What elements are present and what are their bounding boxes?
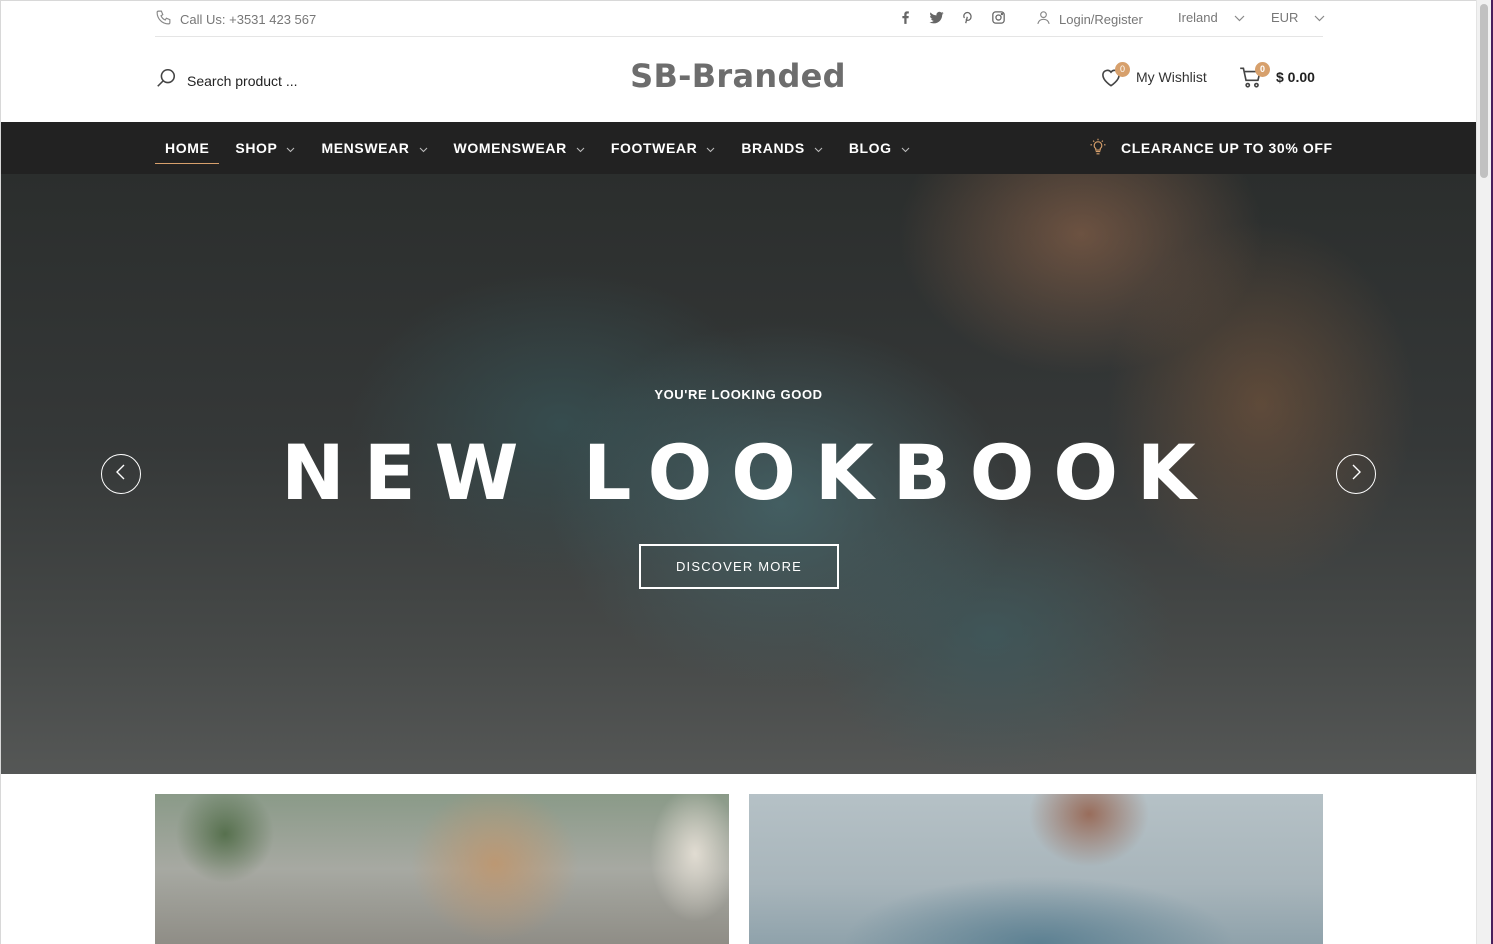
chevron-down-icon — [419, 140, 428, 156]
chevron-down-icon — [706, 140, 715, 156]
top-bar: Call Us: +3531 423 567 Login/Register Ir… — [155, 0, 1325, 37]
heart-icon — [1098, 69, 1124, 93]
chevron-left-icon — [115, 464, 127, 485]
instagram-icon[interactable] — [990, 9, 1007, 31]
chevron-down-icon — [576, 140, 585, 156]
pinterest-icon[interactable] — [959, 9, 976, 31]
nav-item-brands[interactable]: BRANDS — [731, 122, 833, 174]
mens-banner-image[interactable] — [749, 794, 1323, 944]
nav-label: FOOTWEAR — [610, 140, 698, 156]
lightbulb-icon — [1089, 138, 1107, 159]
nav-label: MENSWEAR — [321, 140, 410, 156]
nav-item-footwear[interactable]: FOOTWEAR — [601, 122, 725, 174]
country-value: Ireland — [1178, 10, 1218, 25]
country-selector[interactable]: Ireland — [1178, 10, 1245, 25]
login-label: Login/Register — [1059, 11, 1143, 27]
hero-slider: YOU'RE LOOKING GOOD NEW LOOKBOOK DISCOVE… — [1, 174, 1476, 774]
cart-icon — [1238, 67, 1264, 93]
chevron-down-icon — [286, 140, 295, 156]
wishlist-link[interactable]: 0 My Wishlist — [1098, 62, 1207, 93]
nav-item-shop[interactable]: SHOP — [225, 122, 305, 174]
phone-contact: Call Us: +3531 423 567 — [155, 9, 316, 29]
womens-banner-image[interactable] — [155, 794, 729, 944]
phone-icon — [155, 9, 172, 29]
hero-subtitle: YOU'RE LOOKING GOOD — [654, 387, 823, 402]
phone-text: Call Us: +3531 423 567 — [180, 11, 317, 27]
chevron-down-icon — [1234, 10, 1245, 25]
nav-label: WOMENSWEAR — [453, 140, 567, 156]
wishlist-count-badge: 0 — [1115, 62, 1130, 77]
discover-more-button[interactable]: DISCOVER MORE — [639, 544, 839, 589]
nav-item-womenswear[interactable]: WOMENSWEAR — [444, 122, 595, 174]
login-register-link[interactable]: Login/Register — [1035, 9, 1143, 29]
scrollbar-thumb[interactable] — [1480, 4, 1488, 178]
chevron-down-icon — [901, 140, 910, 156]
chevron-down-icon — [1314, 10, 1325, 25]
currency-selector[interactable]: EUR — [1271, 10, 1325, 25]
social-links — [897, 9, 1007, 31]
user-icon — [1035, 9, 1052, 29]
nav-item-menswear[interactable]: MENSWEAR — [311, 122, 437, 174]
nav-label: BLOG — [848, 140, 892, 156]
nav-label: BRANDS — [741, 140, 805, 156]
cart-total: $ 0.00 — [1276, 69, 1315, 85]
nav-label: SHOP — [235, 140, 278, 156]
clearance-promo-link[interactable]: CLEARANCE UP TO 30% OFF — [1089, 122, 1333, 174]
slider-prev-button[interactable] — [101, 454, 141, 494]
hero-title: NEW LOOKBOOK — [281, 428, 1215, 517]
currency-value: EUR — [1271, 10, 1299, 25]
nav-label: HOME — [165, 140, 210, 156]
cart-count-badge: 0 — [1255, 62, 1270, 77]
chevron-right-icon — [1350, 464, 1362, 485]
nav-item-home[interactable]: HOME — [155, 122, 220, 174]
cart-link[interactable]: 0 $ 0.00 — [1238, 62, 1315, 93]
promo-label: CLEARANCE UP TO 30% OFF — [1121, 140, 1333, 156]
page-scrollbar[interactable] — [1476, 0, 1492, 944]
facebook-icon[interactable] — [897, 9, 914, 31]
main-navigation: HOME SHOP MENSWEAR WOMENSWEAR FOOTWEAR B… — [1, 122, 1476, 174]
wishlist-label: My Wishlist — [1136, 69, 1207, 85]
slider-next-button[interactable] — [1336, 454, 1376, 494]
chevron-down-icon — [814, 140, 823, 156]
twitter-icon[interactable] — [928, 9, 945, 31]
nav-item-blog[interactable]: BLOG — [839, 122, 920, 174]
